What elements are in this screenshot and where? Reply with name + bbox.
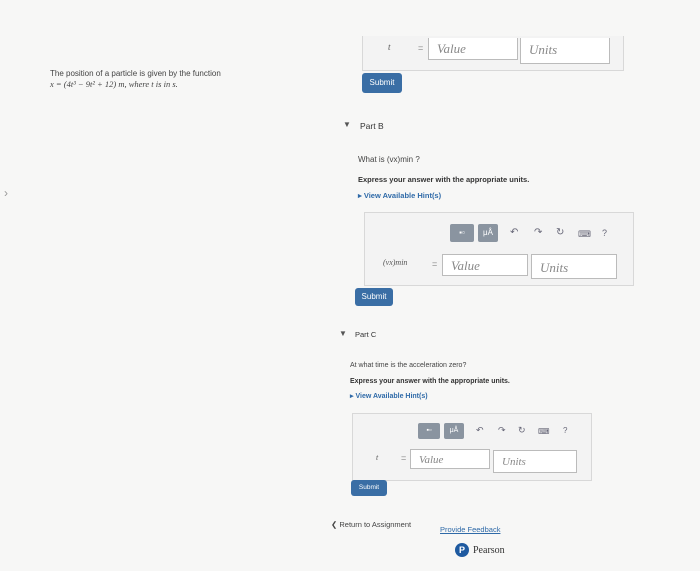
part-a-var-label: t: [388, 42, 391, 52]
part-a-submit-button[interactable]: Submit: [362, 73, 402, 93]
undo-icon[interactable]: ↶: [476, 425, 484, 436]
part-c-instruction: Express your answer with the appropriate…: [350, 378, 510, 385]
problem-text: The position of a particle is given by t…: [50, 69, 221, 78]
part-b-equals: =: [432, 259, 438, 269]
part-b-submit-button[interactable]: Submit: [355, 288, 393, 306]
matrix-icon[interactable]: ▪▫: [450, 224, 474, 242]
part-c-title[interactable]: Part C: [355, 330, 376, 339]
part-c-hints-label: View Available Hint(s): [355, 393, 428, 400]
help-icon[interactable]: ?: [563, 426, 567, 435]
part-a-value-input[interactable]: Value: [428, 38, 518, 60]
part-b-question: What is (vx)min ?: [358, 155, 420, 164]
pearson-brand: Pearson: [473, 544, 505, 556]
help-icon[interactable]: ?: [602, 228, 607, 238]
part-c-units-input[interactable]: Units: [493, 450, 577, 473]
pearson-logo: P Pearson: [455, 543, 505, 557]
part-c-question: At what time is the acceleration zero?: [350, 362, 467, 369]
redo-icon[interactable]: ↷: [534, 227, 542, 238]
part-c-equals: =: [401, 453, 407, 463]
chevron-left-icon[interactable]: ›: [4, 186, 8, 200]
return-to-assignment-link[interactable]: ❮ Return to Assignment: [331, 520, 411, 529]
caret-down-icon[interactable]: ▼: [343, 120, 351, 129]
part-c-submit-button[interactable]: Submit: [351, 480, 387, 496]
units-mu-icon[interactable]: μÅ: [444, 423, 464, 439]
redo-icon[interactable]: ↷: [498, 425, 506, 436]
part-b-units-input[interactable]: Units: [531, 254, 617, 279]
part-b-hints-label: View Available Hint(s): [363, 191, 442, 200]
part-c-hints-link[interactable]: ▸ View Available Hint(s): [350, 392, 428, 400]
reset-icon[interactable]: ↻: [556, 227, 564, 238]
pearson-logo-icon: P: [455, 543, 469, 557]
part-a-units-input[interactable]: Units: [520, 38, 610, 64]
reset-icon[interactable]: ↻: [518, 425, 526, 436]
problem-equation: x = (4t³ − 9t² + 12) m, where t is in s.: [50, 79, 178, 89]
units-mu-icon[interactable]: μÅ: [478, 224, 498, 242]
provide-feedback-link[interactable]: Provide Feedback: [440, 525, 500, 534]
part-b-value-input[interactable]: Value: [442, 254, 528, 276]
part-c-var-label: t: [376, 453, 379, 462]
part-b-title[interactable]: Part B: [360, 121, 384, 131]
undo-icon[interactable]: ↶: [510, 227, 518, 238]
caret-down-icon[interactable]: ▼: [339, 329, 347, 338]
matrix-icon[interactable]: ▪▫: [418, 423, 440, 439]
part-a-equals: =: [418, 43, 424, 53]
keyboard-icon[interactable]: ⌨: [538, 427, 550, 436]
part-b-var-label: (vx)min: [383, 258, 408, 267]
part-b-hints-link[interactable]: ▸ View Available Hint(s): [358, 191, 441, 200]
part-c-value-input[interactable]: Value: [410, 449, 490, 469]
part-b-instruction: Express your answer with the appropriate…: [358, 175, 530, 184]
problem-statement: The position of a particle is given by t…: [50, 68, 280, 90]
keyboard-icon[interactable]: ⌨: [578, 229, 591, 240]
return-label: Return to Assignment: [339, 520, 412, 529]
